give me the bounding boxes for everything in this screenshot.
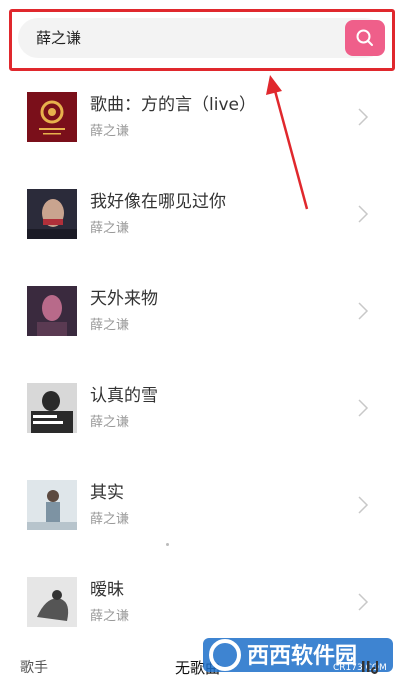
list-item[interactable]: 认真的雪 薛之谦 xyxy=(0,359,401,456)
chevron-right-icon xyxy=(358,496,369,514)
song-title: 认真的雪 xyxy=(90,386,158,406)
song-artist: 薛之谦 xyxy=(90,609,130,624)
song-title: 天外来物 xyxy=(90,289,158,309)
album-cover xyxy=(27,577,77,627)
song-artist: 薛之谦 xyxy=(90,221,130,236)
list-item[interactable]: 我好像在哪见过你 薛之谦 xyxy=(0,165,401,262)
song-title: 歌曲：方的言（live） xyxy=(90,95,256,115)
song-artist: 薛之谦 xyxy=(90,124,130,139)
album-cover xyxy=(27,92,77,142)
list-item[interactable]: 其实 薛之谦 xyxy=(0,456,401,553)
song-title: 其实 xyxy=(90,483,124,503)
chevron-right-icon xyxy=(358,108,369,126)
chevron-right-icon xyxy=(358,399,369,417)
list-item[interactable]: 天外来物 薛之谦 xyxy=(0,262,401,359)
tab-singer[interactable]: 歌手 xyxy=(20,657,48,677)
song-title: 我好像在哪见过你 xyxy=(90,192,226,212)
album-cover xyxy=(27,383,77,433)
list-item[interactable]: 歌曲：方的言（live） 薛之谦 xyxy=(0,68,401,165)
album-cover xyxy=(27,286,77,336)
search-highlight-box xyxy=(9,9,395,71)
song-artist: 薛之谦 xyxy=(90,415,130,430)
song-artist: 薛之谦 xyxy=(90,318,130,333)
chevron-right-icon xyxy=(358,205,369,223)
chevron-right-icon xyxy=(358,593,369,611)
song-title: 暧昧 xyxy=(90,580,124,600)
album-cover xyxy=(27,480,77,530)
chevron-right-icon xyxy=(358,302,369,320)
album-cover xyxy=(27,189,77,239)
playback-controls[interactable] xyxy=(360,658,386,678)
scroll-indicator xyxy=(166,543,169,546)
song-artist: 薛之谦 xyxy=(90,512,130,527)
